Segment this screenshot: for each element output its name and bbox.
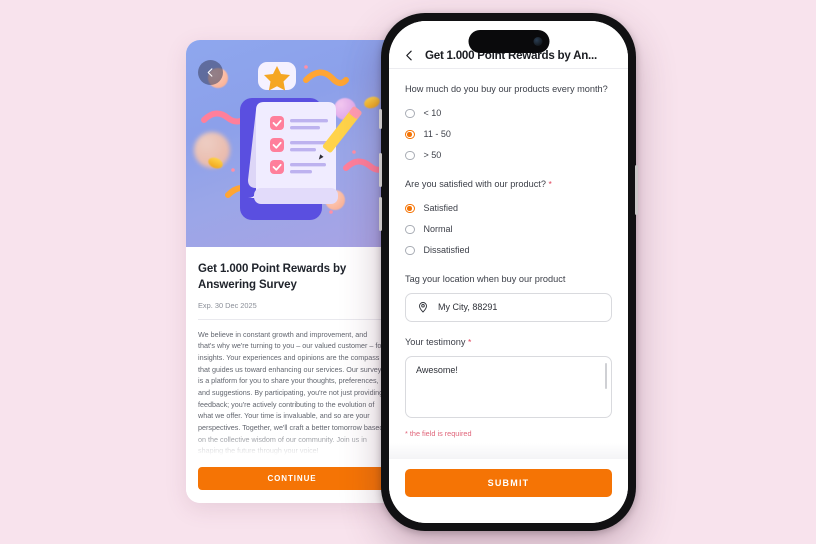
testimony-value: Awesome! (416, 364, 458, 375)
offer-hero-illustration (186, 40, 398, 247)
radio-indicator-selected[interactable] (405, 129, 415, 140)
radio-label: > 50 (423, 150, 442, 161)
background-offer-card: Get 1.000 Point Rewards by Answering Sur… (186, 40, 398, 503)
submit-button[interactable]: SUBMIT (405, 469, 612, 497)
header-back-button[interactable] (401, 48, 417, 64)
silent-switch[interactable] (379, 109, 382, 129)
radio-indicator-selected[interactable] (405, 203, 415, 214)
power-button[interactable] (635, 165, 638, 215)
radio-indicator[interactable] (405, 224, 415, 235)
phone-device-mockup: Get 1.000 Point Rewards by An... How muc… (379, 13, 638, 531)
question-block-satisfaction: Are you satisfied with our product? * Sa… (405, 178, 612, 261)
radio-label: 11 - 50 (423, 129, 451, 140)
required-marker: * (468, 336, 472, 347)
radio-indicator[interactable] (405, 108, 415, 119)
required-marker: * (548, 178, 552, 189)
front-camera-icon (533, 37, 542, 46)
dynamic-island (468, 30, 549, 53)
offer-card-title: Get 1.000 Point Rewards by Answering Sur… (198, 263, 347, 292)
question-block-frequency: How much do you buy our products every m… (405, 83, 612, 166)
scroll-fade-overlay (389, 443, 628, 459)
radio-option-normal[interactable]: Normal (405, 219, 612, 240)
testimony-textarea[interactable]: Awesome! (405, 355, 612, 418)
testimony-label: Your testimony (405, 336, 466, 347)
location-value: My City, 88291 (438, 302, 498, 313)
divider (198, 318, 386, 320)
card-back-button[interactable] (198, 60, 223, 85)
radio-option-satisfied[interactable]: Satisfied (405, 198, 612, 219)
survey-form[interactable]: How much do you buy our products every m… (389, 69, 628, 459)
offer-card-cta-bar: CONTINUE (186, 460, 398, 503)
radio-option-dissatisfied[interactable]: Dissatisfied (405, 240, 612, 261)
question-label-wrap: Are you satisfied with our product? * (405, 178, 612, 192)
question-label: How much do you buy our products every m… (405, 84, 608, 94)
radio-label: Normal (423, 224, 453, 235)
required-note: * the field is required (405, 428, 472, 438)
radio-label: Satisfied (423, 203, 459, 214)
offer-card-body: Get 1.000 Point Rewards by Answering Sur… (186, 247, 398, 477)
map-pin-icon (419, 302, 427, 314)
volume-down-button[interactable] (379, 197, 382, 231)
volume-up-button[interactable] (379, 153, 382, 187)
phone-screen: Get 1.000 Point Rewards by An... How muc… (389, 21, 628, 523)
radio-option-11-50[interactable]: 11 - 50 (405, 124, 612, 145)
radio-indicator[interactable] (405, 150, 415, 161)
testimony-label-wrap: Your testimony * (405, 336, 612, 350)
question-label: Are you satisfied with our product? (405, 178, 546, 189)
offer-card-paragraph: We believe in constant growth and improv… (198, 329, 384, 456)
location-label: Tag your location when buy our product (405, 273, 566, 284)
radio-label: < 10 (423, 108, 442, 119)
offer-card-expiry: Exp. 30 Dec 2025 (198, 300, 257, 310)
chevron-left-icon (405, 50, 412, 61)
radio-label: Dissatisfied (423, 245, 470, 256)
location-input[interactable]: My City, 88291 (405, 292, 612, 322)
chevron-left-icon (207, 68, 213, 77)
textarea-scrollbar[interactable] (604, 362, 607, 389)
radio-indicator[interactable] (405, 245, 415, 256)
continue-button[interactable]: CONTINUE (198, 467, 386, 490)
radio-option-lt-10[interactable]: < 10 (405, 103, 612, 124)
submit-bar: SUBMIT (389, 459, 628, 523)
radio-option-gt-50[interactable]: > 50 (405, 145, 612, 166)
